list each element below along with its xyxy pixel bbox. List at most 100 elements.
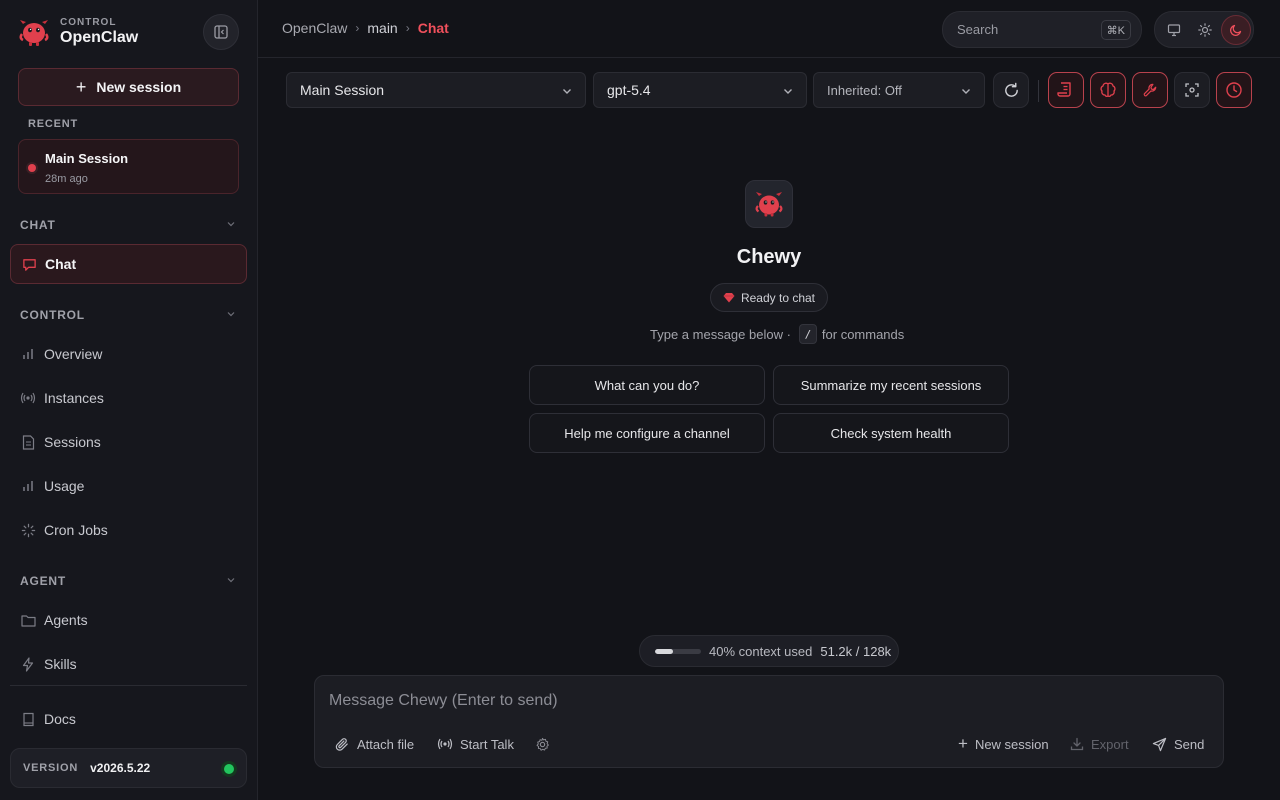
export-button[interactable]: Export: [1070, 734, 1129, 754]
sidebar-item-label: Instances: [44, 390, 104, 406]
section-heading-chat[interactable]: CHAT: [20, 218, 56, 232]
message-composer: Attach file Start Talk + New session Exp…: [314, 675, 1224, 768]
sidebar-item-overview[interactable]: Overview: [10, 334, 247, 374]
recent-session-main[interactable]: Main Session 28m ago: [18, 139, 239, 194]
download-icon: [1070, 737, 1084, 751]
send-icon: [1152, 737, 1167, 752]
chevron-down-icon: [563, 89, 571, 94]
chevron-down-icon[interactable]: [226, 219, 236, 229]
tools-button[interactable]: [1132, 72, 1168, 108]
context-progress-fill: [655, 648, 674, 654]
model-select[interactable]: gpt-5.4: [593, 72, 807, 108]
gem-icon: [723, 293, 735, 303]
bar-chart-icon: [20, 346, 36, 362]
new-session-composer-button[interactable]: + New session: [958, 734, 1049, 754]
chevron-right-icon: ›: [405, 21, 410, 35]
plus-icon: +: [958, 734, 968, 753]
chevron-down-icon: [962, 89, 970, 94]
sidebar-item-label: Sessions: [44, 434, 101, 450]
sidebar-item-usage[interactable]: Usage: [10, 466, 247, 506]
sidebar-item-label: Docs: [44, 711, 76, 727]
memory-button[interactable]: [1090, 72, 1126, 108]
broadcast-icon: [20, 390, 36, 406]
sidebar-item-cron-jobs[interactable]: Cron Jobs: [10, 510, 247, 550]
sidebar-item-label: Agents: [44, 612, 88, 628]
hint-suffix: for commands: [821, 326, 905, 342]
sidebar: CONTROL OpenClaw + New session RECENT Ma…: [0, 0, 258, 800]
section-heading-control[interactable]: CONTROL: [20, 308, 85, 322]
attach-file-button[interactable]: Attach file: [335, 734, 414, 754]
suggestion-summarize-sessions[interactable]: Summarize my recent sessions: [773, 365, 1009, 405]
sidebar-item-sessions[interactable]: Sessions: [10, 422, 247, 462]
suggestion-system-health[interactable]: Check system health: [773, 413, 1009, 453]
chat-toolbar: Main Session gpt-5.4 Inherited: Off: [286, 72, 1256, 110]
monitor-icon: [1167, 24, 1181, 37]
broadcast-icon: [437, 737, 453, 751]
refresh-icon: [1004, 82, 1018, 97]
transcript-button[interactable]: [1048, 72, 1084, 108]
context-usage-meter: 40% context used 51.2k / 128k: [639, 635, 899, 667]
sidebar-item-agents[interactable]: Agents: [10, 600, 247, 640]
active-session-dot-icon: [28, 164, 36, 172]
folder-icon: [20, 612, 36, 628]
send-button[interactable]: Send: [1152, 734, 1204, 754]
breadcrumb-root[interactable]: OpenClaw: [282, 20, 347, 36]
toolbar-divider: [1038, 80, 1039, 102]
sun-icon: [1198, 23, 1212, 37]
brain-icon: [1100, 82, 1116, 97]
slash-key-badge: /: [798, 324, 817, 344]
version-label: VERSION: [23, 762, 79, 774]
context-progress-bar: [655, 648, 701, 654]
focus-button[interactable]: [1174, 72, 1210, 108]
agent-name: Chewy: [736, 246, 802, 268]
ready-status-text: Ready to chat: [740, 290, 816, 305]
brand-subtitle: CONTROL: [60, 17, 117, 28]
theme-system-button[interactable]: [1159, 15, 1189, 45]
document-icon: [20, 434, 36, 450]
inherited-select[interactable]: Inherited: Off: [813, 72, 985, 108]
recent-session-time: 28m ago: [45, 173, 88, 185]
session-select-value: Main Session: [300, 82, 385, 98]
ready-status-badge: Ready to chat: [710, 283, 828, 312]
chewy-mascot-icon: [755, 192, 783, 217]
wrench-icon: [1143, 83, 1156, 96]
session-select[interactable]: Main Session: [286, 72, 586, 108]
refresh-button[interactable]: [993, 72, 1029, 108]
export-label: Export: [1091, 736, 1129, 752]
top-header: OpenClaw › main › Chat Search ⌘K: [258, 0, 1280, 58]
talk-settings-button[interactable]: [535, 734, 557, 754]
message-input[interactable]: [329, 690, 1199, 712]
suggestion-what-can-you-do[interactable]: What can you do?: [529, 365, 765, 405]
breadcrumb: OpenClaw › main › Chat: [282, 20, 449, 36]
sidebar-item-label: Skills: [44, 656, 77, 672]
book-icon: [20, 711, 36, 727]
sidebar-item-label: Cron Jobs: [44, 522, 108, 538]
bar-chart-icon: [20, 478, 36, 494]
new-session-composer-label: New session: [974, 736, 1049, 752]
start-talk-button[interactable]: Start Talk: [437, 734, 514, 754]
sidebar-item-skills[interactable]: Skills: [10, 644, 247, 684]
breadcrumb-agent[interactable]: main: [367, 20, 397, 36]
chevron-down-icon: [784, 89, 792, 94]
hint-prefix: Type a message below ·: [650, 326, 791, 342]
chevron-down-icon[interactable]: [226, 309, 236, 319]
chevron-down-icon[interactable]: [226, 575, 236, 585]
lightning-icon: [20, 656, 36, 672]
chevron-right-icon: ›: [355, 21, 360, 35]
search-input[interactable]: Search ⌘K: [942, 11, 1142, 48]
section-heading-agent[interactable]: AGENT: [20, 574, 66, 588]
theme-light-button[interactable]: [1190, 15, 1220, 45]
sidebar-item-docs[interactable]: Docs: [10, 699, 247, 739]
sidebar-divider: [10, 685, 247, 686]
clock-icon: [1226, 82, 1242, 98]
context-usage-label: 40% context used: [709, 643, 813, 659]
history-button[interactable]: [1216, 72, 1252, 108]
plus-icon: +: [75, 76, 87, 97]
theme-switcher: [1154, 11, 1254, 48]
sidebar-item-instances[interactable]: Instances: [10, 378, 247, 418]
search-placeholder: Search: [957, 22, 999, 37]
new-session-button[interactable]: + New session: [18, 68, 239, 106]
collapse-sidebar-button[interactable]: [203, 14, 239, 50]
theme-dark-button[interactable]: [1221, 15, 1251, 45]
suggestion-configure-channel[interactable]: Help me configure a channel: [529, 413, 765, 453]
